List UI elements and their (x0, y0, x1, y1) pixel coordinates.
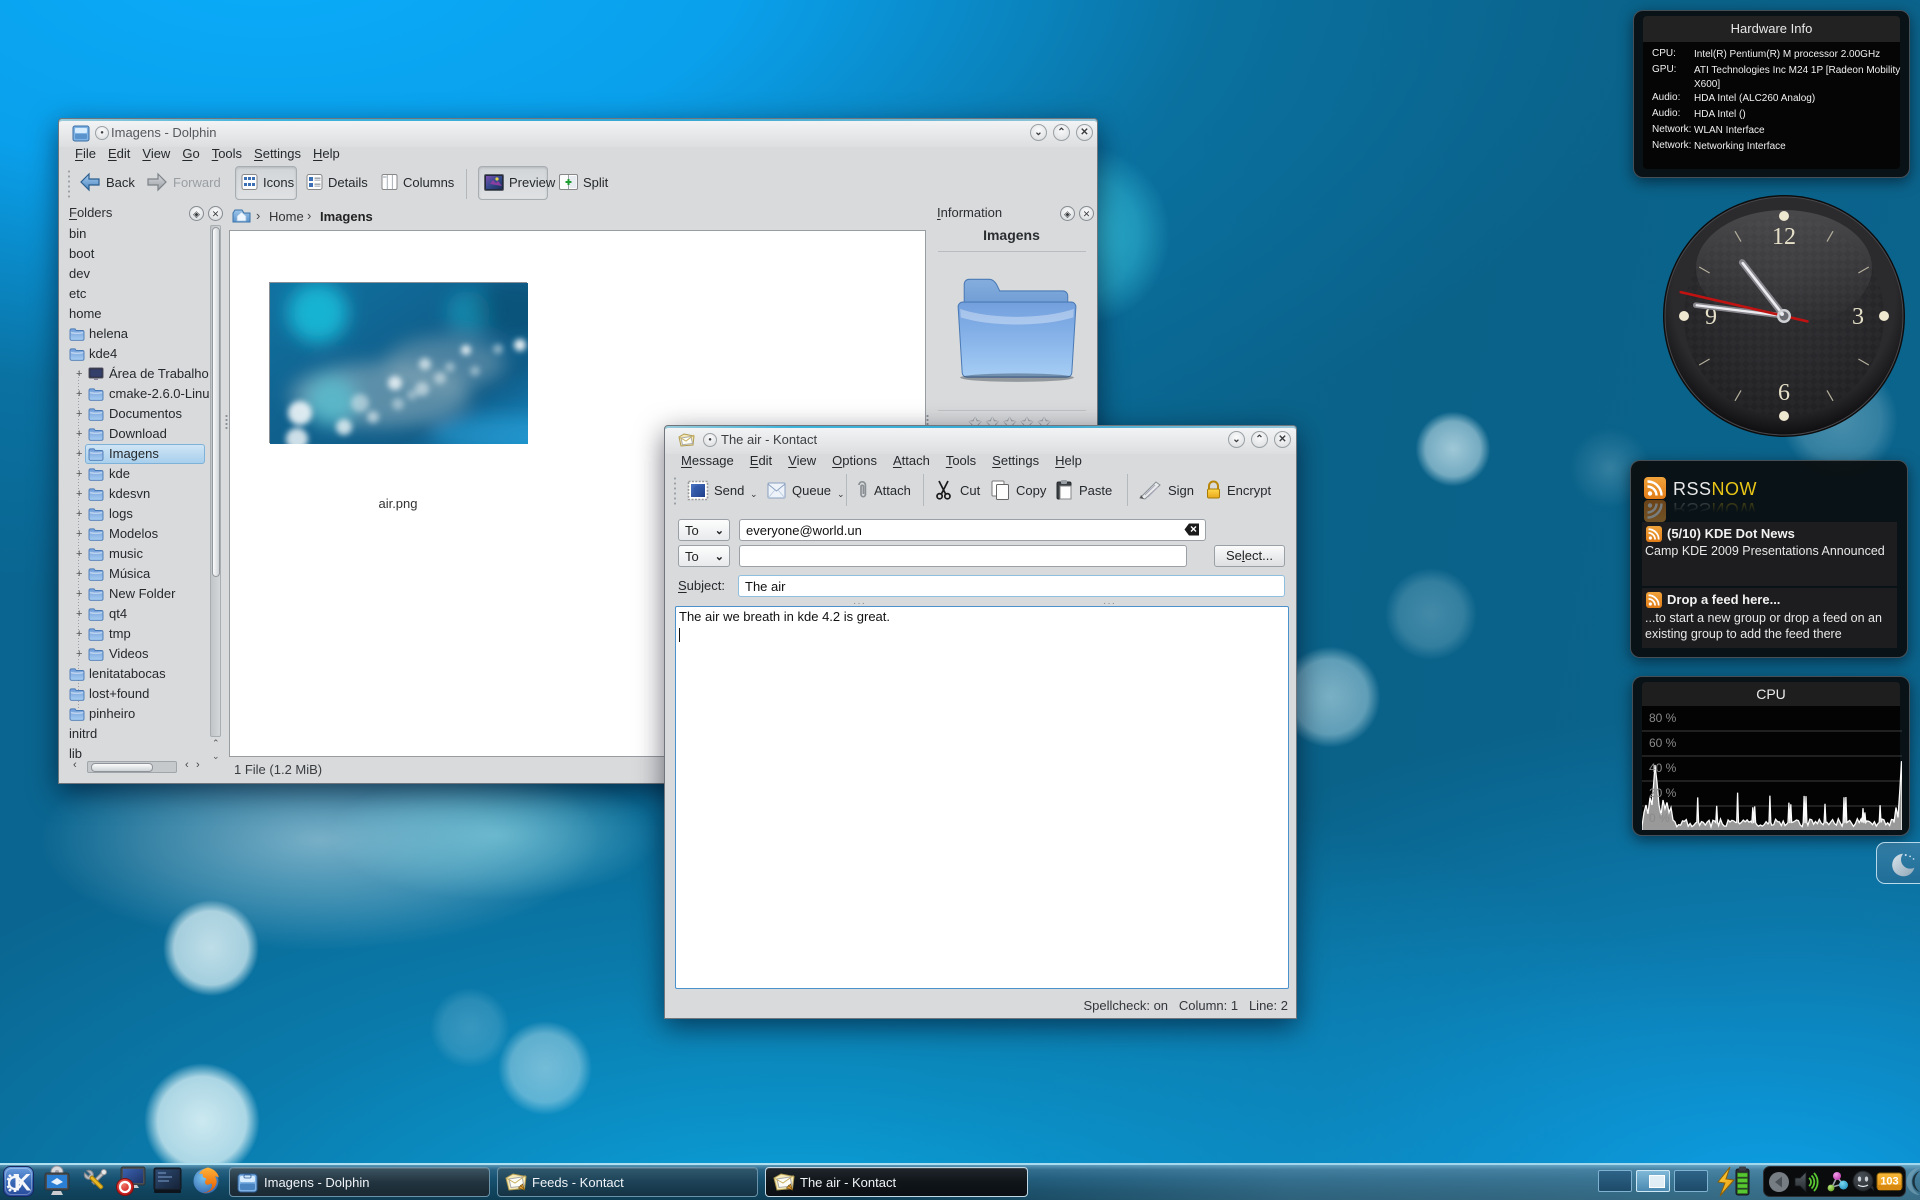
svg-text:3: 3 (1852, 304, 1864, 330)
svg-text:103: 103 (1880, 1176, 1898, 1188)
svg-text:K: K (14, 1170, 32, 1197)
svg-text:12: 12 (1772, 224, 1796, 250)
svg-text:6: 6 (1778, 380, 1790, 406)
